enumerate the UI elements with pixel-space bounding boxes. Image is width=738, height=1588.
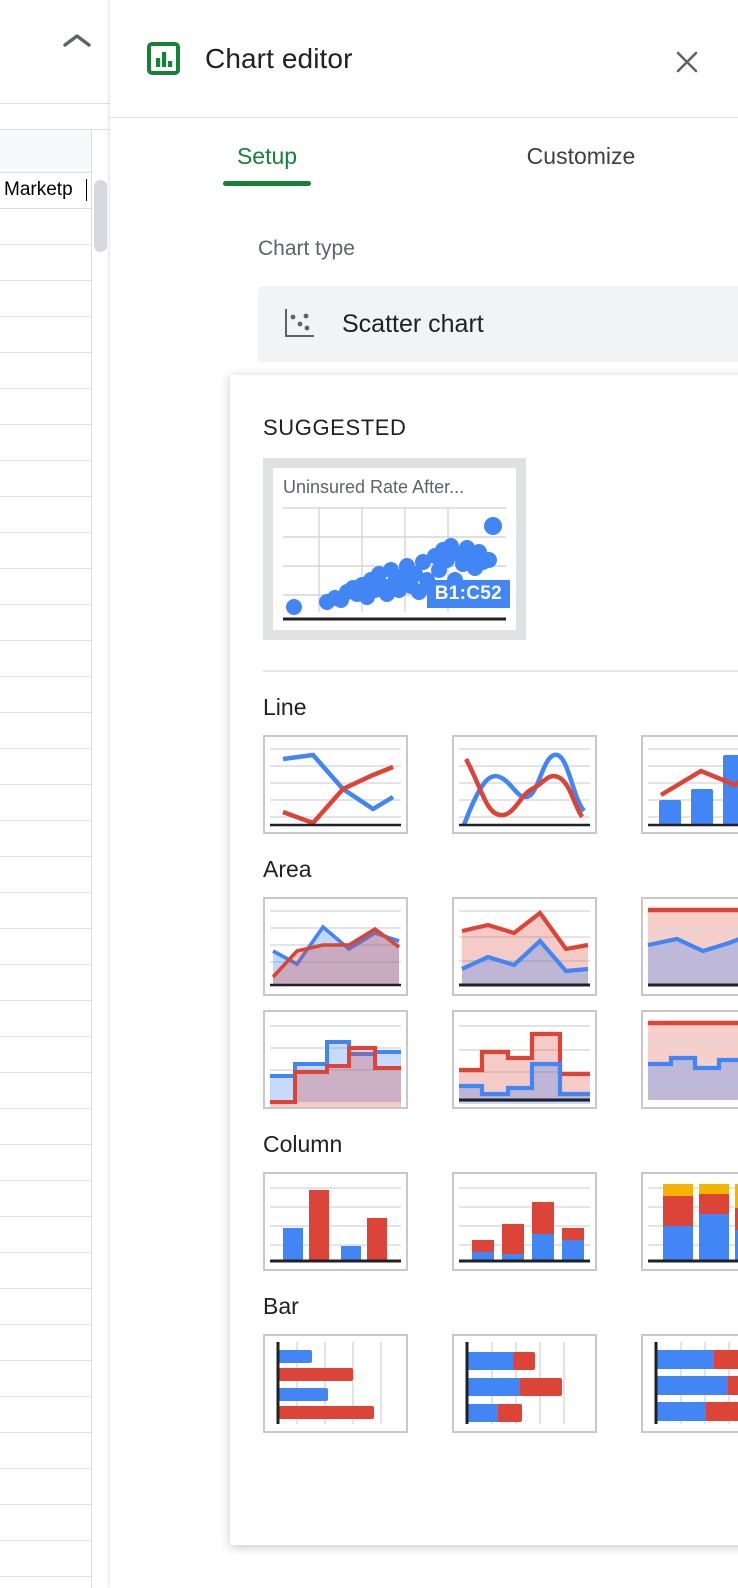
100-stacked-bar-chart-thumb[interactable] <box>641 1334 738 1433</box>
sheet-row[interactable] <box>0 1217 92 1253</box>
scatter-chart-icon <box>280 304 320 344</box>
sheet-row[interactable] <box>0 245 92 281</box>
thumb-row-area-2 <box>263 1010 738 1109</box>
sheet-row[interactable] <box>0 785 92 821</box>
formula-bar[interactable] <box>0 104 110 130</box>
stacked-area-chart-thumb[interactable] <box>452 897 597 996</box>
sheet-row[interactable] <box>0 713 92 749</box>
sheet-row[interactable] <box>0 1541 92 1577</box>
sheet-row[interactable] <box>0 893 92 929</box>
chart-type-value: Scatter chart <box>342 309 484 338</box>
chart-editor-panel: Chart editor Setup Customize Chart type <box>110 0 738 1588</box>
sheet-row[interactable] <box>0 533 92 569</box>
sheet-toolbar <box>0 0 110 104</box>
section-divider <box>263 670 738 672</box>
sheet-row[interactable] <box>0 929 92 965</box>
close-icon[interactable] <box>669 44 705 80</box>
sheet-row[interactable] <box>0 209 92 245</box>
thumb-row-bar <box>263 1334 738 1433</box>
stacked-column-chart-thumb[interactable] <box>452 1172 597 1271</box>
chart-type-label: Chart type <box>258 237 355 260</box>
suggested-chart-preview: B1:C52 <box>283 502 510 624</box>
tab-customize[interactable]: Customize <box>424 118 738 194</box>
sheet-row[interactable] <box>0 1073 92 1109</box>
tab-setup[interactable]: Setup <box>110 118 424 194</box>
section-title-line: Line <box>263 694 307 720</box>
chart-type-dropdown-menu: SUGGESTED Uninsured Rate After... B1:C52… <box>230 375 738 1545</box>
sheet-row[interactable] <box>0 1505 92 1541</box>
sheet-row[interactable] <box>0 1109 92 1145</box>
sheet-row[interactable] <box>0 821 92 857</box>
sheet-row[interactable] <box>0 1145 92 1181</box>
suggested-heading: SUGGESTED <box>263 415 407 440</box>
100-stacked-column-chart-thumb[interactable] <box>641 1172 738 1271</box>
section-title-area: Area <box>263 856 312 882</box>
sheet-row[interactable] <box>0 1289 92 1325</box>
stacked-stepped-area-chart-thumb[interactable] <box>452 1010 597 1109</box>
sheet-row[interactable] <box>0 1433 92 1469</box>
sheet-row[interactable] <box>0 1181 92 1217</box>
cell-value: Marketp <box>4 179 73 200</box>
page-title: Chart editor <box>205 42 353 74</box>
smooth-line-chart-thumb[interactable] <box>452 735 597 834</box>
bar-chart-thumb[interactable] <box>263 1334 408 1433</box>
column-header[interactable] <box>0 130 92 173</box>
sheet-row[interactable] <box>0 1253 92 1289</box>
area-chart-thumb[interactable] <box>263 897 408 996</box>
sheet-cell-active[interactable]: Marketp <box>0 173 92 209</box>
sheet-row[interactable] <box>0 497 92 533</box>
suggested-chart-title: Uninsured Rate After... <box>283 477 465 497</box>
sheet-row[interactable] <box>0 317 92 353</box>
sheet-row[interactable] <box>0 965 92 1001</box>
thumb-row-column <box>263 1172 738 1271</box>
column-chart-thumb[interactable] <box>263 1172 408 1271</box>
sheet-row[interactable] <box>0 1361 92 1397</box>
sheet-row[interactable] <box>0 425 92 461</box>
spreadsheet-backdrop: Marketp <box>0 0 110 1588</box>
sheets-chart-icon <box>147 42 180 75</box>
range-badge: B1:C52 <box>426 580 510 608</box>
sheet-row[interactable] <box>0 1325 92 1361</box>
sheet-row[interactable] <box>0 605 92 641</box>
sheet-row[interactable] <box>0 281 92 317</box>
sheet-row[interactable] <box>0 1037 92 1073</box>
sheet-row[interactable] <box>0 1577 92 1588</box>
chart-type-dropdown[interactable]: Scatter chart <box>258 286 738 362</box>
sheet-row[interactable] <box>0 389 92 425</box>
sheet-row[interactable] <box>0 641 92 677</box>
thumb-row-line <box>263 735 738 834</box>
sheet-row[interactable] <box>0 857 92 893</box>
100-stacked-stepped-area-chart-thumb[interactable] <box>641 1010 738 1109</box>
section-title-column: Column <box>263 1131 343 1157</box>
sheet-row[interactable] <box>0 569 92 605</box>
sheet-row[interactable] <box>0 677 92 713</box>
sheet-rows: Marketp <box>0 173 92 1588</box>
text-caret <box>86 179 87 201</box>
100-stacked-area-chart-thumb[interactable] <box>641 897 738 996</box>
sheet-row[interactable] <box>0 461 92 497</box>
stacked-bar-chart-thumb[interactable] <box>452 1334 597 1433</box>
sheet-row[interactable] <box>0 1469 92 1505</box>
sheet-row[interactable] <box>0 749 92 785</box>
combo-chart-thumb[interactable] <box>641 735 738 834</box>
panel-header: Chart editor <box>110 0 738 118</box>
sheet-row[interactable] <box>0 353 92 389</box>
line-chart-thumb[interactable] <box>263 735 408 834</box>
thumb-row-area-1 <box>263 897 738 996</box>
suggested-chart-card[interactable]: Uninsured Rate After... B1:C52 <box>263 458 526 640</box>
section-title-bar: Bar <box>263 1293 299 1319</box>
editor-tabs: Setup Customize <box>110 118 738 194</box>
sheet-vertical-scrollbar[interactable] <box>94 180 107 252</box>
chevron-up-icon[interactable] <box>62 32 92 50</box>
sheet-row[interactable] <box>0 1001 92 1037</box>
stepped-area-chart-thumb[interactable] <box>263 1010 408 1109</box>
sheet-row[interactable] <box>0 1397 92 1433</box>
